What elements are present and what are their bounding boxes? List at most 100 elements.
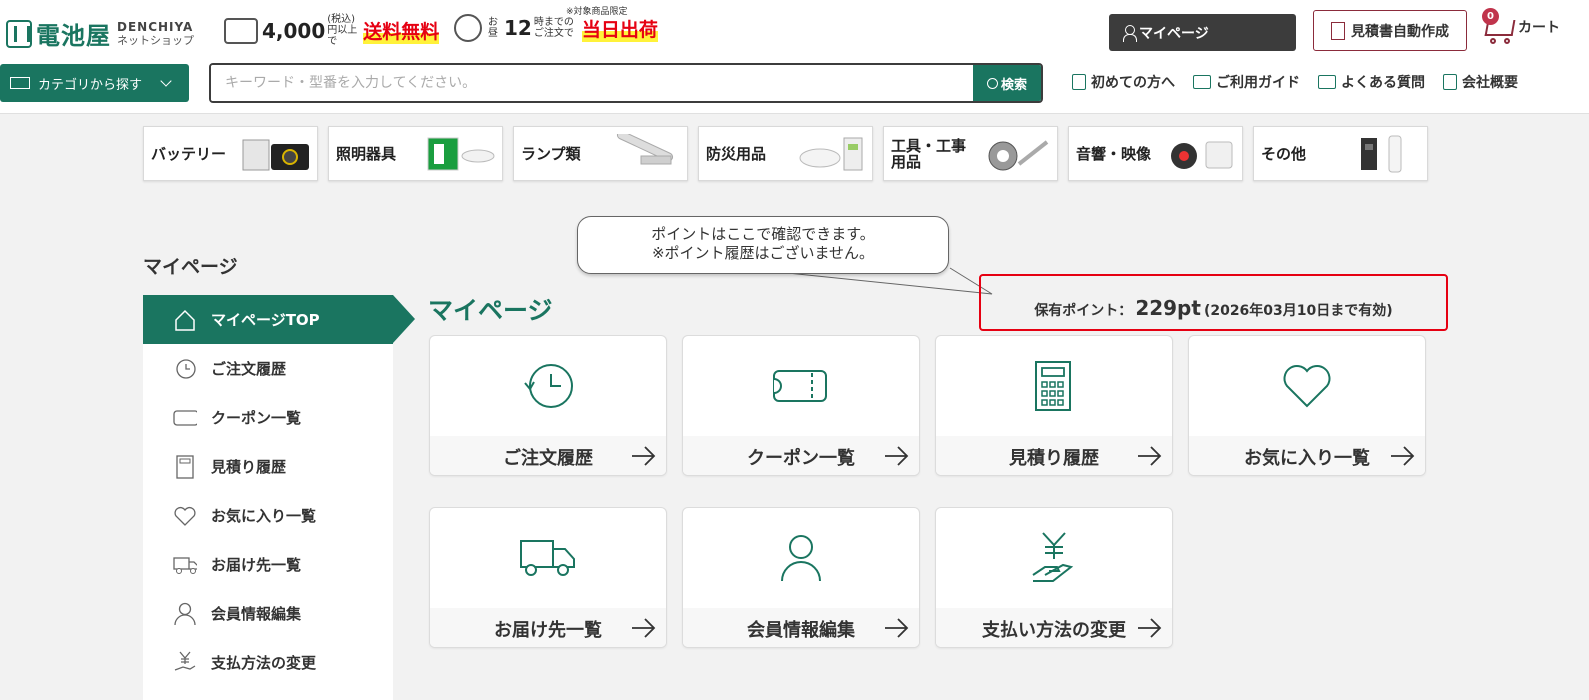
logo-shop: ネットショップ [117,33,194,47]
search-icon [986,77,998,89]
link-first-time[interactable]: 初めての方へ [1072,72,1175,92]
truck-icon [224,17,258,44]
sidebar-item-label: お気に入り一覧 [211,507,317,525]
card-member-info[interactable]: 会員情報編集 [682,507,920,648]
heart-icon [173,504,197,528]
category-label: バッテリー [151,144,227,163]
arrow-right-icon [632,618,656,638]
card-favorites[interactable]: お気に入り一覧 [1188,335,1426,476]
header-links: 初めての方へ ご利用ガイド よくある質問 会社概要 [1072,72,1536,92]
cart-count-badge: 0 [1482,8,1499,25]
link-guide[interactable]: ご利用ガイド [1193,72,1300,92]
calculator-icon [936,336,1172,436]
sidebar-item-mypage-top[interactable]: マイページTOP [143,295,393,344]
category-label: 工具・工事用品 [891,136,967,171]
sidebar-item-label: 見積り履歴 [211,458,287,476]
estimate-button-label: 見積書自動作成 [1351,23,1449,40]
building-icon [1443,74,1457,90]
points-label: 保有ポイント： [1034,303,1133,319]
mypage-button[interactable]: マイページ [1109,14,1296,51]
category-audio-video[interactable]: 音響・映像 [1068,126,1243,181]
exit-sign-icon [425,131,497,177]
points-summary: 保有ポイント： 229pt (2026年03月10日まで有効) [979,274,1448,331]
mypage-button-label: マイページ [1139,25,1209,42]
free-shipping-text: 送料無料 [363,17,440,44]
user-icon [683,508,919,608]
category-label: ランプ類 [521,144,581,163]
shield-icon [1072,74,1086,90]
category-tools[interactable]: 工具・工事用品 [883,126,1058,181]
same-day-condition: 時までの ご注文で [533,17,574,39]
category-label: 防災用品 [706,144,767,163]
detector-product-icon [795,131,867,177]
user-icon [173,602,197,626]
sidebar-item-order-history[interactable]: ご注文履歴 [143,344,393,393]
site-logo[interactable]: 電池屋 DENCHIYA ネットショップ [6,16,194,51]
link-faq[interactable]: よくある質問 [1318,72,1425,92]
callout-line-1: ポイントはここで確認できます。 [651,225,875,243]
breaker-product-icon [1350,131,1422,177]
search-input[interactable] [211,65,973,101]
calculator-icon [173,454,197,479]
free-shipping-condition: (税込) 円以上で [327,14,358,47]
category-button-label: カテゴリから探す [38,77,143,93]
coupon-icon [173,406,197,430]
sidebar-item-coupons[interactable]: クーポン一覧 [143,393,393,442]
link-company[interactable]: 会社概要 [1443,72,1518,92]
cart-button[interactable]: 0 カート [1480,8,1560,46]
heart-icon [1189,336,1425,436]
card-order-history[interactable]: ご注文履歴 [429,335,667,476]
same-day-hour: 12 [504,16,532,40]
page-title: マイページ [428,296,553,325]
sidebar-item-estimates[interactable]: 見積り履歴 [143,442,393,491]
card-payment[interactable]: 支払い方法の変更 [935,507,1173,648]
card-estimates[interactable]: 見積り履歴 [935,335,1173,476]
search-button[interactable]: 検索 [973,65,1041,101]
home-icon [173,308,197,332]
box-icon [10,77,30,89]
arrow-right-icon [1138,618,1162,638]
arrow-right-icon [885,618,909,638]
cart-icon: 0 [1480,8,1518,46]
same-day-noon: お昼 [488,17,498,39]
sidebar-item-label: ご注文履歴 [211,360,287,378]
link-first-time-label: 初めての方へ [1091,75,1175,91]
category-lamps[interactable]: ランプ類 [513,126,688,181]
sidebar-item-addresses[interactable]: お届け先一覧 [143,540,393,589]
card-addresses[interactable]: お届け先一覧 [429,507,667,648]
points-expiry: (2026年03月10日まで有効) [1203,303,1393,319]
sidebar-item-label: お届け先一覧 [211,556,302,574]
camera-product-icon [1165,131,1237,177]
clock-icon [454,14,482,42]
category-other[interactable]: その他 [1253,126,1428,181]
tools-product-icon [980,131,1052,177]
sidebar-title: マイページ [143,256,238,278]
arrow-right-icon [1391,446,1415,466]
site-header: 電池屋 DENCHIYA ネットショップ 4,000 (税込) 円以上で 送料無… [0,0,1589,114]
arrow-right-icon [632,446,656,466]
lamp-product-icon [610,131,682,177]
faq-icon [1318,75,1336,89]
sidebar-item-label: クーポン一覧 [211,409,302,427]
arrow-right-icon [1138,446,1162,466]
category-lighting[interactable]: 照明器具 [328,126,503,181]
sidebar-item-label: 会員情報編集 [211,605,302,623]
sidebar-item-label: 支払方法の変更 [211,654,317,672]
truck-icon [430,508,666,608]
card-coupons[interactable]: クーポン一覧 [682,335,920,476]
points-value: 229pt [1135,296,1201,320]
sidebar-item-member-info[interactable]: 会員情報編集 [143,589,393,638]
sidebar-item-favorites[interactable]: お気に入り一覧 [143,491,393,540]
category-search-button[interactable]: カテゴリから探す [0,64,189,102]
link-guide-label: ご利用ガイド [1216,75,1300,91]
free-shipping-banner: 4,000 (税込) 円以上で 送料無料 [224,14,440,47]
category-disaster[interactable]: 防災用品 [698,126,873,181]
category-battery[interactable]: バッテリー [143,126,318,181]
calculator-icon [1331,21,1345,40]
sidebar-item-payment[interactable]: 支払方法の変更 [143,638,393,687]
logo-text: 電池屋 [36,22,111,50]
battery-product-icon [240,131,312,177]
chevron-down-icon [160,75,172,87]
estimate-button[interactable]: 見積書自動作成 [1313,10,1467,51]
category-label: 照明器具 [336,144,397,163]
